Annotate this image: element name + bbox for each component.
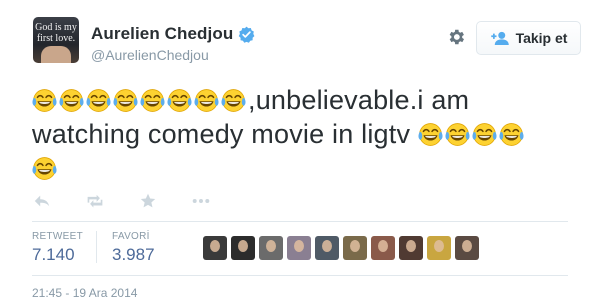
tweet-card: God is my first love. Aurelien Chedjou @… — [0, 0, 600, 300]
tears-of-joy-emoji-icon — [113, 89, 138, 112]
avatar-text-line2: first love. — [36, 33, 76, 44]
tweet-actions — [33, 193, 245, 209]
favoriter-avatar[interactable] — [231, 236, 255, 260]
emoji-group — [32, 85, 248, 115]
favoriter-avatar[interactable] — [259, 236, 283, 260]
tears-of-joy-emoji-icon — [32, 89, 57, 112]
user-fullname[interactable]: Aurelien Chedjou — [91, 24, 233, 44]
avatar-text-line1: God is my — [35, 22, 77, 33]
tears-of-joy-emoji-icon — [140, 89, 165, 112]
favorite-star-icon[interactable] — [139, 193, 157, 209]
retweet-label: RETWEET — [32, 231, 83, 242]
tears-of-joy-emoji-icon — [167, 89, 192, 112]
tweet-line1: ,unbelievable.i am — [32, 83, 572, 117]
favoriter-avatar[interactable] — [343, 236, 367, 260]
tears-of-joy-emoji-icon — [418, 123, 443, 146]
tweet-text: ,unbelievable.i am watching comedy movie… — [32, 83, 572, 185]
tears-of-joy-emoji-icon — [194, 89, 219, 112]
verified-badge-icon — [239, 26, 255, 43]
tweet-line3 — [32, 151, 572, 185]
favoriter-avatar[interactable] — [287, 236, 311, 260]
favoriter-avatar[interactable] — [427, 236, 451, 260]
retweet-count[interactable]: 7.140 — [32, 245, 83, 265]
gear-icon[interactable] — [446, 27, 466, 47]
tears-of-joy-emoji-icon — [472, 123, 497, 146]
user-handle[interactable]: @AurelienChedjou — [91, 47, 209, 63]
tweet-timestamp[interactable]: 21:45 - 19 Ara 2014 — [32, 286, 137, 300]
favoriter-avatar[interactable] — [203, 236, 227, 260]
tweet-text-line1: ,unbelievable.i am — [248, 85, 470, 115]
reply-icon[interactable] — [33, 193, 51, 209]
stats-divider-bottom — [32, 275, 568, 276]
emoji-group — [32, 153, 59, 183]
tears-of-joy-emoji-icon — [86, 89, 111, 112]
favorite-count[interactable]: 3.987 — [112, 245, 155, 265]
tears-of-joy-emoji-icon — [32, 157, 57, 180]
stats-divider-top — [32, 221, 568, 222]
follow-label: Takip et — [515, 30, 568, 46]
user-name-row: Aurelien Chedjou — [91, 24, 255, 44]
avatar-photo — [41, 46, 71, 63]
follow-button[interactable]: Takip et — [476, 21, 581, 55]
tears-of-joy-emoji-icon — [499, 123, 524, 146]
favoriters-avatars — [203, 236, 483, 260]
favoriter-avatar[interactable] — [371, 236, 395, 260]
favorite-stat[interactable]: FAVORİ 3.987 — [112, 231, 155, 265]
stat-separator — [96, 231, 97, 263]
tears-of-joy-emoji-icon — [445, 123, 470, 146]
emoji-group — [418, 119, 526, 149]
tweet-line2: watching comedy movie in ligtv — [32, 117, 572, 151]
retweet-stat[interactable]: RETWEET 7.140 — [32, 231, 83, 265]
favoriter-avatar[interactable] — [315, 236, 339, 260]
favorite-label: FAVORİ — [112, 231, 150, 242]
avatar[interactable]: God is my first love. — [33, 17, 79, 63]
tweet-text-line2: watching comedy movie in ligtv — [32, 119, 411, 149]
add-user-icon — [490, 31, 509, 45]
tears-of-joy-emoji-icon — [221, 89, 246, 112]
favoriter-avatar[interactable] — [399, 236, 423, 260]
favoriter-avatar[interactable] — [455, 236, 479, 260]
more-icon[interactable] — [192, 193, 210, 209]
retweet-icon[interactable] — [86, 193, 104, 209]
tears-of-joy-emoji-icon — [59, 89, 84, 112]
